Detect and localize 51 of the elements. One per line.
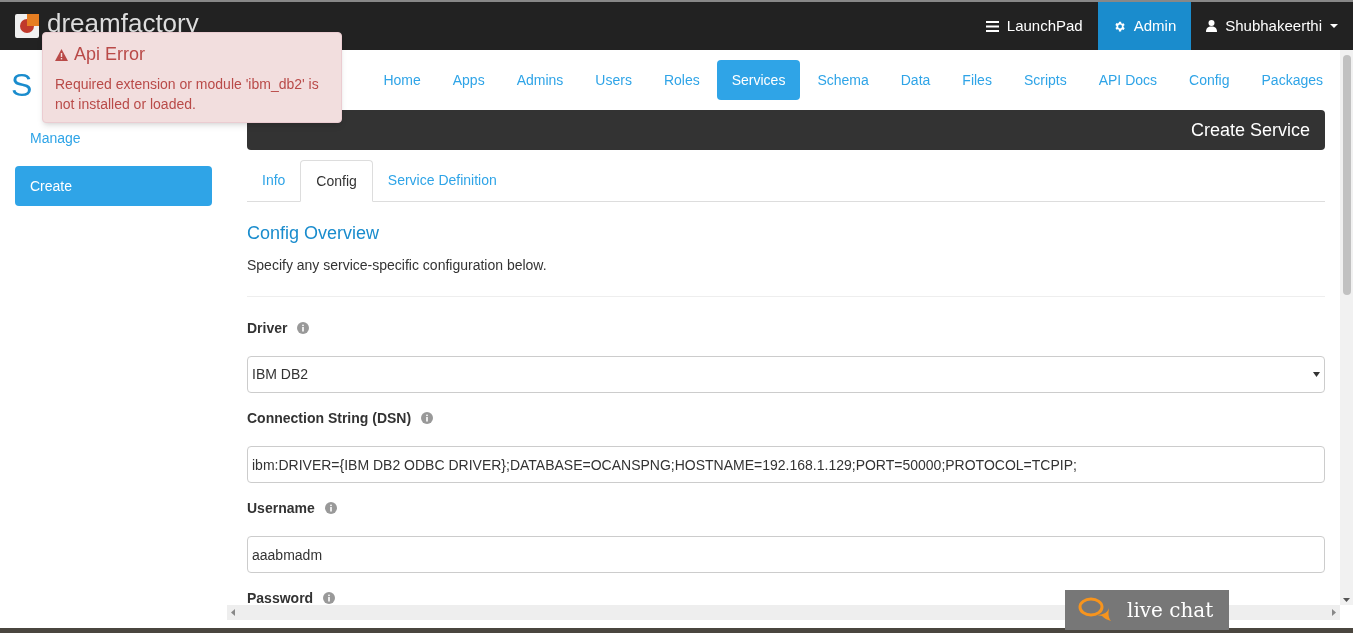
chat-bubbles-icon [1077, 597, 1113, 623]
user-icon [1206, 20, 1218, 32]
toast-message: Required extension or module 'ibm_db2' is not installed or loaded. [55, 75, 320, 114]
tab[interactable]: Service Definition [372, 160, 512, 201]
info-icon[interactable] [323, 592, 336, 604]
nav-tab[interactable]: Scripts [1008, 60, 1082, 100]
field-label: Password [247, 588, 314, 608]
scroll-right-icon[interactable] [1332, 609, 1336, 616]
caret-icon [1330, 24, 1338, 28]
field-label: Connection String (DSN) [247, 408, 412, 428]
logo-text: dreamfactory [47, 10, 199, 36]
nav-tab[interactable]: Data [885, 60, 946, 100]
nav-tab[interactable]: API Docs [1083, 60, 1173, 100]
nav-tab[interactable]: Apps [437, 60, 500, 100]
nav-tab[interactable]: Roles [648, 60, 715, 100]
nav-tab[interactable]: Home [368, 60, 436, 100]
section-title: Config Overview [247, 222, 381, 245]
sidebar-item[interactable]: Create [15, 166, 212, 206]
menu-icon [985, 20, 999, 32]
header-link[interactable]: Shubhakeerthi [1191, 2, 1353, 50]
header-link[interactable]: Admin [1097, 2, 1192, 50]
vertical-scrollbar[interactable] [1340, 50, 1353, 605]
field-label: Username [247, 498, 315, 518]
info-icon[interactable] [421, 412, 434, 424]
live-chat-button[interactable]: live chat [1065, 590, 1229, 630]
info-icon[interactable] [324, 502, 337, 514]
scroll-down-icon[interactable] [1343, 598, 1350, 602]
input-field[interactable]: ibm:DRIVER={IBM DB2 ODBC DRIVER};DATABASE=OCANSPNG;HOSTNAME=192.168.1.129;PORT=50000;PROTOCOL=TCPIP; [247, 446, 1325, 483]
header-link[interactable]: LaunchPad [970, 2, 1098, 50]
driver-select[interactable]: IBM DB2 [247, 356, 1325, 393]
caret-icon [1313, 372, 1320, 377]
input-field[interactable]: aaabmadm [247, 536, 1325, 573]
toast-title: Api Error [74, 43, 145, 66]
nav-tab[interactable]: Packages [1246, 60, 1338, 100]
nav-tab[interactable]: Files [947, 60, 1007, 100]
logo-icon [15, 14, 39, 38]
scroll-thumb[interactable] [1342, 55, 1351, 295]
nav-tab[interactable]: Schema [802, 60, 884, 100]
nav-tab[interactable]: Config [1174, 60, 1245, 100]
page-heading: S [11, 66, 33, 105]
nav-tab[interactable]: Users [580, 60, 647, 100]
info-icon[interactable] [297, 322, 310, 334]
tab[interactable]: Info [247, 160, 301, 201]
section-description: Specify any service-specific configuration below. [247, 256, 548, 275]
nav-tab[interactable]: Services [716, 60, 801, 100]
nav-tab[interactable]: Admins [501, 60, 579, 100]
scroll-left-icon[interactable] [231, 609, 235, 616]
tab[interactable]: Config [300, 160, 373, 202]
panel-title: Create Service [1190, 118, 1310, 142]
field-label: Driver [247, 318, 288, 338]
warning-icon [55, 48, 68, 61]
